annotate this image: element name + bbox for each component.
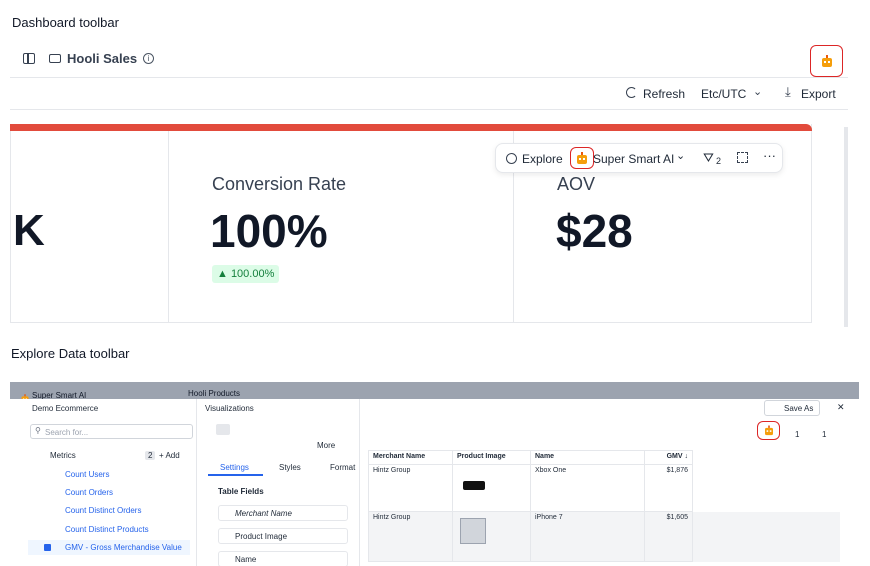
field-item[interactable]: Name [218,551,348,566]
column-header[interactable]: Product Image [452,450,531,465]
table-cell: Xbox One [530,464,645,512]
metric-item[interactable]: Count Orders [65,488,113,497]
checkbox-checked[interactable] [44,544,51,551]
table-header-row: Merchant Name Product Image Name GMV ↓ [368,450,840,465]
refresh-button[interactable]: Refresh [643,87,685,101]
visualizations-title: Visualizations [205,404,254,413]
aov-value: $28 [556,205,633,257]
tab-settings[interactable]: Settings [220,463,249,472]
add-metric-button[interactable]: + Add [159,451,180,460]
column-header[interactable]: Name [530,450,645,465]
ai-assistant-button[interactable] [810,45,843,77]
table-fields-label: Table Fields [218,487,264,496]
tab-styles[interactable]: Styles [279,463,301,472]
card-accent-bar [10,124,812,131]
table-row[interactable]: Hintz Group iPhone 7 $1,605 [368,511,840,562]
table-cell: $1,605 [644,511,693,562]
table-cell: $1,876 [644,464,693,512]
right-scroll-track[interactable] [844,127,848,327]
ai-robot-icon [577,152,587,164]
ai-robot-icon [822,55,832,67]
export-button[interactable]: Export [801,87,836,101]
search-input[interactable]: ⚲ Search for... [30,424,193,439]
aov-title: AOV [557,174,596,194]
page-title: Hooli Sales [67,51,138,66]
visualizations-panel: Visualizations More Settings Styles Form… [203,399,360,566]
conversion-rate-title: Conversion Rate [212,174,347,194]
search-icon: ⚲ [35,426,41,435]
conversion-rate-value: 100% [210,205,328,257]
field-item[interactable]: Merchant Name [218,505,348,521]
chevron-down-icon: ⌄ [753,86,763,98]
fullscreen-icon[interactable] [737,152,748,163]
info-icon[interactable]: i [143,53,155,64]
metric-item[interactable]: Count Distinct Products [65,525,149,534]
delta-badge: ▲ 100.00% [212,265,280,283]
ai-model-select[interactable]: Super Smart AI [593,152,674,166]
table-cell: Hintz Group [368,464,453,512]
column-header[interactable]: Merchant Name [368,450,453,465]
filter-icon[interactable]: ⛛ [703,150,714,166]
sidebar-toggle-icon[interactable] [23,53,35,64]
table-row[interactable]: Hintz Group Xbox One $1,876 [368,464,840,512]
sort-count[interactable]: 1 [822,430,826,439]
results-table: Merchant Name Product Image Name GMV ↓ H… [368,450,840,562]
tab-format[interactable]: Format [330,463,355,472]
dataset-name[interactable]: Demo Ecommerce [32,404,98,413]
explore-button[interactable]: Explore [522,152,563,166]
close-icon[interactable]: ✕ [837,402,845,413]
ai-chart-button[interactable] [570,147,594,169]
dashboard-toolbar: Refresh Etc/UTC ⌄ ⤓ Export [10,78,848,110]
dataset-panel: Demo Ecommerce ⚲ Search for... Metrics 2… [10,399,197,566]
table-cell: iPhone 7 [530,511,645,562]
dashboard-icon [49,54,61,63]
dashboard-header: Hooli Sales i [10,40,848,78]
product-image [452,464,531,512]
column-header[interactable]: GMV ↓ [644,450,693,465]
metric-item[interactable]: Count Users [65,470,109,479]
card-hover-toolbar: Explore Super Smart AI ⌄ ⛛ 2 ··· [495,143,783,173]
chevron-down-icon: ⌄ [676,150,686,162]
product-image [452,511,531,562]
table-cell: Hintz Group [368,511,453,562]
more-viz-button[interactable]: More [317,441,335,450]
metrics-label[interactable]: Metrics [50,451,76,460]
compass-icon [506,153,517,164]
ai-robot-icon [765,425,773,436]
download-icon[interactable]: ⤓ [785,84,791,100]
explore-screenshot: Super Smart AI Hooli Products Demo Ecomm… [10,382,859,566]
field-item[interactable]: Product Image [218,528,348,544]
kpi-value-truncated: K [13,206,45,255]
save-as-button[interactable]: Save As [764,400,820,416]
table-viz-icon[interactable] [216,424,230,435]
filter-count[interactable]: 1 [795,430,799,439]
section-label-dashboard: Dashboard toolbar [12,15,119,30]
metric-item-selected[interactable]: GMV - Gross Merchandise Value [65,543,182,552]
metrics-count: 2 [145,451,156,460]
timezone-select[interactable]: Etc/UTC [701,87,746,101]
refresh-icon[interactable] [626,87,637,98]
ai-explore-button[interactable] [757,421,780,440]
more-icon[interactable]: ··· [763,148,776,163]
metric-item[interactable]: Count Distinct Orders [65,506,141,515]
filter-count: 2 [716,156,722,166]
section-label-explore: Explore Data toolbar [11,346,130,361]
bg-dashboard-title: Hooli Products [188,389,241,398]
